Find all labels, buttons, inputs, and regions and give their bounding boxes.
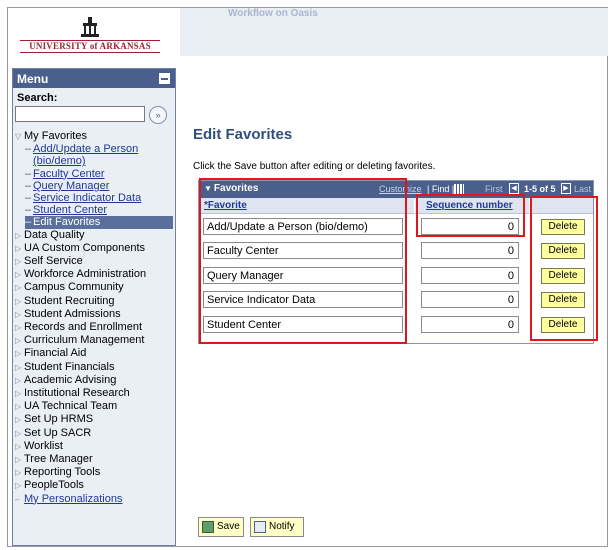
notify-icon bbox=[254, 521, 266, 533]
folder-worklist[interactable]: ▷ Worklist bbox=[15, 440, 173, 453]
notify-button[interactable]: Notify bbox=[250, 517, 304, 537]
triangle-right-icon: ▷ bbox=[15, 349, 22, 359]
sequence-field[interactable]: 0 bbox=[421, 315, 519, 333]
folder-peopletools[interactable]: ▷ PeopleTools bbox=[15, 479, 173, 492]
favorite-link-query-manager[interactable]: – Query Manager bbox=[15, 180, 173, 192]
menu-list: ▽ My Favorites – Add/Update a Person (bio/… bbox=[13, 126, 175, 506]
folder-self-service[interactable]: ▷ Self Service bbox=[15, 255, 173, 268]
triangle-right-icon: ▷ bbox=[15, 428, 22, 438]
favorite-link-faculty-center[interactable]: – Faculty Center bbox=[15, 168, 173, 180]
save-button[interactable]: Save bbox=[198, 517, 244, 537]
top-bar: Workflow on Oasis bbox=[180, 8, 608, 56]
folder-ua-custom-components[interactable]: ▷ UA Custom Components bbox=[15, 242, 173, 255]
triangle-right-icon: ▷ bbox=[15, 243, 22, 253]
last-link[interactable]: Last bbox=[574, 184, 591, 194]
search-label: Search: bbox=[17, 92, 58, 104]
sequence-column-highlight bbox=[416, 194, 525, 237]
find-link[interactable]: | Find | bbox=[427, 184, 454, 194]
triangle-right-icon: ▷ bbox=[15, 455, 22, 465]
folder-set-up-hrms[interactable]: ▷ Set Up HRMS bbox=[15, 413, 173, 426]
folder-student-financials[interactable]: ▷ Student Financials bbox=[15, 361, 173, 374]
left-menu: Menu Search: » ▽ My Favorites – Add/Update… bbox=[12, 68, 176, 546]
triangle-right-icon: ▷ bbox=[15, 402, 22, 412]
folder-tree-manager[interactable]: ▷ Tree Manager bbox=[15, 453, 173, 466]
triangle-right-icon: ▷ bbox=[15, 389, 22, 399]
old-main-building-icon bbox=[81, 17, 99, 37]
triangle-right-icon: ▷ bbox=[15, 323, 22, 333]
my-personalizations-link[interactable]: – My Personalizations bbox=[15, 493, 173, 506]
folder-academic-advising[interactable]: ▷ Academic Advising bbox=[15, 374, 173, 387]
triangle-down-icon: ▽ bbox=[15, 132, 22, 141]
university-name: UNIVERSITY of ARKANSAS bbox=[20, 40, 160, 53]
menu-title: Menu bbox=[17, 72, 49, 86]
triangle-right-icon: ▷ bbox=[15, 415, 22, 425]
triangle-right-icon: ▷ bbox=[15, 481, 22, 491]
instructions-text: Click the Save button after editing or d… bbox=[193, 161, 436, 172]
triangle-right-icon: ▷ bbox=[15, 296, 22, 306]
university-logo: UNIVERSITY of ARKANSAS bbox=[20, 16, 160, 61]
search-row: » bbox=[13, 106, 175, 126]
grid-view-icon[interactable] bbox=[454, 184, 464, 194]
triangle-right-icon: ▷ bbox=[15, 362, 22, 372]
top-bar-text: Workflow on Oasis bbox=[228, 8, 318, 19]
favorite-link-service-indicator[interactable]: – Service Indicator Data bbox=[15, 192, 173, 204]
folder-records-enrollment[interactable]: ▷ Records and Enrollment bbox=[15, 321, 173, 334]
folder-campus-community[interactable]: ▷ Campus Community bbox=[15, 281, 173, 294]
folder-financial-aid[interactable]: ▷ Financial Aid bbox=[15, 347, 173, 360]
folder-reporting-tools[interactable]: ▷ Reporting Tools bbox=[15, 466, 173, 479]
triangle-right-icon: ▷ bbox=[15, 309, 22, 319]
triangle-right-icon: ▷ bbox=[15, 468, 22, 478]
favorite-column-highlight bbox=[199, 178, 407, 344]
folder-ua-technical-team[interactable]: ▷ UA Technical Team bbox=[15, 400, 173, 413]
first-link[interactable]: First bbox=[485, 184, 503, 194]
menu-header: Menu bbox=[13, 69, 175, 88]
sequence-field[interactable]: 0 bbox=[421, 291, 519, 309]
triangle-right-icon: ▷ bbox=[15, 257, 22, 267]
triangle-right-icon: ▷ bbox=[15, 375, 22, 385]
triangle-right-icon: ▷ bbox=[15, 270, 22, 280]
folder-set-up-sacr[interactable]: ▷ Set Up SACR bbox=[15, 427, 173, 440]
search-go-icon[interactable]: » bbox=[149, 106, 167, 124]
row-count: 1-5 of 5 bbox=[524, 184, 556, 194]
next-icon[interactable]: ▶ bbox=[561, 183, 571, 194]
triangle-right-icon: ▷ bbox=[15, 441, 22, 451]
column-divider bbox=[414, 198, 415, 214]
search-input[interactable] bbox=[15, 106, 145, 122]
favorite-link-add-update-person[interactable]: – Add/Update a Person bbox=[15, 143, 173, 155]
previous-icon[interactable]: ◀ bbox=[509, 183, 519, 194]
folder-workforce-administration[interactable]: ▷ Workforce Administration bbox=[15, 268, 173, 281]
folder-curriculum-management[interactable]: ▷ Curriculum Management bbox=[15, 334, 173, 347]
page-title: Edit Favorites bbox=[193, 126, 293, 143]
edit-favorites-active[interactable]: – Edit Favorites bbox=[25, 216, 173, 229]
triangle-right-icon: ▷ bbox=[15, 283, 22, 293]
folder-institutional-research[interactable]: ▷ Institutional Research bbox=[15, 387, 173, 400]
favorite-link-student-center[interactable]: – Student Center bbox=[15, 204, 173, 216]
folder-student-admissions[interactable]: ▷ Student Admissions bbox=[15, 308, 173, 321]
favorite-link-add-update-person-cont[interactable]: (bio/demo) bbox=[15, 155, 173, 167]
save-icon bbox=[202, 521, 214, 533]
triangle-right-icon: ▷ bbox=[15, 336, 22, 346]
folder-data-quality[interactable]: ▷ Data Quality bbox=[15, 229, 173, 242]
sequence-field[interactable]: 0 bbox=[421, 266, 519, 284]
triangle-right-icon: ▷ bbox=[15, 230, 22, 240]
my-favorites-folder[interactable]: ▽ My Favorites bbox=[15, 130, 173, 143]
folder-student-recruiting[interactable]: ▷ Student Recruiting bbox=[15, 295, 173, 308]
sequence-field[interactable]: 0 bbox=[421, 242, 519, 260]
collapse-icon[interactable] bbox=[159, 73, 170, 84]
delete-column-highlight bbox=[530, 196, 598, 341]
